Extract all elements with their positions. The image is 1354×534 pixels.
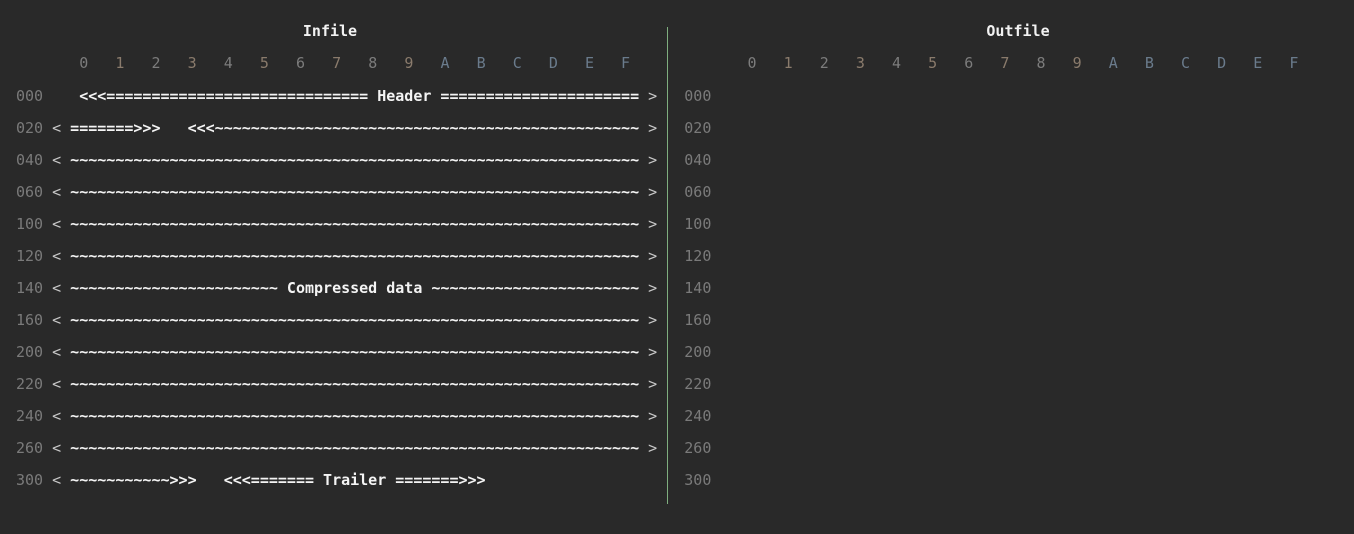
outfile-column-header: E xyxy=(1253,54,1263,72)
infile-column-header: 8 xyxy=(368,54,378,72)
infile-column-header: C xyxy=(512,54,522,72)
row-content: ~~~~~~~~~~~~~~~~~~~~~~~ Compressed data … xyxy=(70,279,640,297)
row-start-marker: < xyxy=(52,471,62,489)
outfile-offset: 300 xyxy=(684,471,712,489)
row-end-marker: > xyxy=(648,215,658,233)
infile-title: Infile xyxy=(302,22,358,40)
outfile-column-header: 8 xyxy=(1036,54,1046,72)
row-end-marker: > xyxy=(648,439,658,457)
infile-offset: 220 xyxy=(16,375,44,393)
row-content: ~~~~~~~~~~~~~~~~~~~~~~~~~~~~~~~~~~~~~~~~… xyxy=(70,407,640,425)
infile-column-header: D xyxy=(548,54,558,72)
pane-separator xyxy=(667,27,668,504)
infile-column-header: A xyxy=(440,54,450,72)
row-content: ~~~~~~~~~~~~~~~~~~~~~~~~~~~~~~~~~~~~~~~~… xyxy=(70,247,640,265)
infile-offset: 260 xyxy=(16,439,44,457)
row-content: ~~~~~~~~~~~~~~~~~~~~~~~~~~~~~~~~~~~~~~~~… xyxy=(70,183,640,201)
infile-column-header: 2 xyxy=(151,54,161,72)
row-start-marker: < xyxy=(52,151,62,169)
row-start-marker: < xyxy=(52,183,62,201)
row-end-marker: > xyxy=(648,183,658,201)
outfile-column-header: 9 xyxy=(1072,54,1082,72)
outfile-column-header: 3 xyxy=(855,54,865,72)
outfile-column-header: D xyxy=(1217,54,1227,72)
row-end-marker: > xyxy=(648,279,658,297)
row-end-marker: > xyxy=(648,119,658,137)
row-end-marker: > xyxy=(648,151,658,169)
outfile-column-header: C xyxy=(1180,54,1190,72)
row-content: ~~~~~~~~~~~~~~~~~~~~~~~~~~~~~~~~~~~~~~~~… xyxy=(70,439,640,457)
infile-offset: 060 xyxy=(16,183,44,201)
infile-column-header: 7 xyxy=(332,54,342,72)
infile-column-header: 5 xyxy=(259,54,269,72)
infile-offset: 140 xyxy=(16,279,44,297)
row-end-marker: > xyxy=(648,311,658,329)
infile-column-header: 0 xyxy=(79,54,89,72)
outfile-offset: 060 xyxy=(684,183,712,201)
row-start-marker: < xyxy=(52,407,62,425)
outfile-offset: 100 xyxy=(684,215,712,233)
outfile-offset: 220 xyxy=(684,375,712,393)
infile-offset: 160 xyxy=(16,311,44,329)
outfile-offset: 000 xyxy=(684,87,712,105)
outfile-offset: 240 xyxy=(684,407,712,425)
row-content: ~~~~~~~~~~~>>> <<<======= Trailer ======… xyxy=(70,471,486,489)
infile-offset: 240 xyxy=(16,407,44,425)
row-end-marker: > xyxy=(648,247,658,265)
row-start-marker: < xyxy=(52,343,62,361)
outfile-column-header: A xyxy=(1108,54,1118,72)
row-content: ~~~~~~~~~~~~~~~~~~~~~~~~~~~~~~~~~~~~~~~~… xyxy=(70,311,640,329)
outfile-offset: 020 xyxy=(684,119,712,137)
outfile-offset: 200 xyxy=(684,343,712,361)
outfile-offset: 040 xyxy=(684,151,712,169)
row-start-marker: < xyxy=(52,311,62,329)
row-start-marker: < xyxy=(52,247,62,265)
outfile-column-header: B xyxy=(1144,54,1154,72)
infile-column-header: B xyxy=(476,54,486,72)
outfile-column-header: 2 xyxy=(819,54,829,72)
outfile-offset: 140 xyxy=(684,279,712,297)
outfile-column-header: 7 xyxy=(1000,54,1010,72)
row-content: <<<============================= Header … xyxy=(79,87,640,105)
row-content: ~~~~~~~~~~~~~~~~~~~~~~~~~~~~~~~~~~~~~~~~… xyxy=(70,215,640,233)
row-start-marker: < xyxy=(52,279,62,297)
infile-column-header: 4 xyxy=(223,54,233,72)
row-end-marker: > xyxy=(648,375,658,393)
row-content: =======>>> <<<~~~~~~~~~~~~~~~~~~~~~~~~~~… xyxy=(70,119,640,137)
row-start-marker: < xyxy=(52,119,62,137)
row-start-marker: < xyxy=(52,215,62,233)
infile-column-header: E xyxy=(584,54,594,72)
outfile-column-header: 4 xyxy=(891,54,901,72)
row-content: ~~~~~~~~~~~~~~~~~~~~~~~~~~~~~~~~~~~~~~~~… xyxy=(70,375,640,393)
outfile-column-header: 1 xyxy=(783,54,793,72)
row-end-marker: > xyxy=(648,407,658,425)
outfile-column-header: 6 xyxy=(964,54,974,72)
infile-offset: 200 xyxy=(16,343,44,361)
row-content: ~~~~~~~~~~~~~~~~~~~~~~~~~~~~~~~~~~~~~~~~… xyxy=(70,151,640,169)
infile-offset: 000 xyxy=(16,87,44,105)
outfile-column-header: F xyxy=(1289,54,1299,72)
infile-column-header: 3 xyxy=(187,54,197,72)
infile-column-header: 6 xyxy=(295,54,305,72)
outfile-title: Outfile xyxy=(986,22,1050,40)
infile-column-header: 1 xyxy=(115,54,125,72)
infile-column-header: 9 xyxy=(404,54,414,72)
outfile-offset: 260 xyxy=(684,439,712,457)
row-end-marker: > xyxy=(648,87,658,105)
outfile-column-header: 0 xyxy=(747,54,757,72)
outfile-column-header: 5 xyxy=(928,54,938,72)
infile-offset: 300 xyxy=(16,471,44,489)
infile-offset: 100 xyxy=(16,215,44,233)
row-start-marker: < xyxy=(52,439,62,457)
row-content: ~~~~~~~~~~~~~~~~~~~~~~~~~~~~~~~~~~~~~~~~… xyxy=(70,343,640,361)
outfile-offset: 160 xyxy=(684,311,712,329)
infile-offset: 120 xyxy=(16,247,44,265)
infile-offset: 040 xyxy=(16,151,44,169)
infile-offset: 020 xyxy=(16,119,44,137)
row-end-marker: > xyxy=(648,343,658,361)
row-start-marker: < xyxy=(52,375,62,393)
outfile-offset: 120 xyxy=(684,247,712,265)
infile-column-header: F xyxy=(621,54,631,72)
